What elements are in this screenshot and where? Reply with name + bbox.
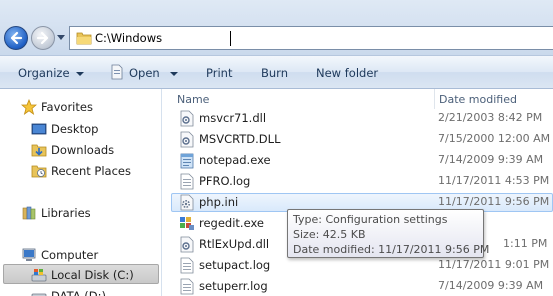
file-name: regedit.exe [199,216,264,230]
file-row[interactable]: notepad.exe 7/14/2009 9:39 AM [163,150,553,171]
open-button[interactable]: Open [129,65,178,81]
file-name: setuperr.log [199,279,268,293]
nav-libraries-label: Libraries [41,206,91,220]
notepad-icon [180,153,194,169]
file-date: 11/17/2011 9:56 PM [438,195,550,208]
file-date: 11/17/2011 4:53 PM [438,174,550,187]
file-name: RtlExUpd.dll [199,237,270,251]
config-file-icon [180,194,194,211]
drive-icon [31,293,47,296]
column-header-date-modified[interactable]: Date modified [439,89,517,109]
nav-recent-places-label: Recent Places [51,164,131,178]
windows-drive-icon [31,269,47,282]
forward-button[interactable] [31,26,55,50]
dll-icon [180,236,194,253]
nav-computer-label: Computer [41,248,99,262]
nav-local-disk-label: Local Disk (C:) [51,268,134,282]
nav-favorites-label: Favorites [41,100,93,114]
file-date: 2/21/2003 8:42 PM [438,111,543,124]
organize-label: Organize [18,66,70,80]
file-date: 7/15/2000 12:00 AM [438,132,551,145]
open-label: Open [129,66,160,80]
text-file-icon [180,173,194,190]
organize-dropdown-icon [75,71,84,76]
file-date: 7/14/2009 9:39 AM [438,153,544,166]
file-row[interactable]: setuperr.log 7/14/2009 9:39 AM [163,276,553,296]
file-name: msvcr71.dll [199,111,267,125]
file-date: 1:11 PM [503,237,548,250]
desktop-icon [31,123,47,135]
file-date: 11/17/2011 9:01 PM [438,258,550,271]
file-name: setupact.log [199,258,271,272]
print-button[interactable]: Print [206,65,232,81]
open-file-icon [111,64,123,80]
recent-places-icon [31,165,47,178]
file-info-tooltip: Type: Configuration settings Size: 42.5 … [287,209,490,258]
new-folder-button[interactable]: New folder [316,65,378,81]
file-name: php.ini [199,195,239,209]
text-file-icon [180,278,194,295]
column-header-name[interactable]: Name [177,89,209,109]
tooltip-date: Date modified: 11/17/2011 9:56 PM [293,243,490,256]
computer-icon [22,248,36,261]
file-row[interactable]: PFRO.log 11/17/2011 4:53 PM [163,171,553,192]
address-bar-row [0,0,553,55]
dll-icon [180,131,194,148]
text-caret [230,31,231,46]
tooltip-size: Size: 42.5 KB [293,228,366,241]
file-list: Name Date modified msvcr71.dll 2/21/2003… [163,89,553,296]
star-icon [21,99,37,115]
file-row[interactable]: setupact.log 11/17/2011 9:01 PM [163,255,553,276]
file-date: 7/14/2009 9:39 AM [438,279,544,292]
nav-desktop-label: Desktop [51,122,99,136]
back-button[interactable] [4,26,28,50]
file-name: notepad.exe [199,153,271,167]
navigation-pane: Favorites Desktop Downloads Recent Place… [0,89,162,296]
libraries-icon [22,206,36,220]
open-dropdown-icon [169,71,178,76]
recent-pages-dropdown-icon[interactable] [57,35,65,41]
burn-button[interactable]: Burn [261,65,288,81]
command-bar: Organize Open Print Burn New folder [0,55,553,89]
folder-icon [76,32,92,45]
file-name: MSVCRTD.DLL [199,132,281,146]
regedit-icon [180,217,194,230]
forward-arrow-icon [36,31,49,45]
back-arrow-icon [10,31,23,45]
address-box[interactable] [69,26,553,50]
nav-data-drive-label: DATA (D:) [51,289,106,296]
nav-downloads-label: Downloads [51,143,115,157]
address-input[interactable] [95,30,215,46]
column-divider[interactable] [434,89,435,109]
downloads-folder-icon [31,144,47,157]
tooltip-type: Type: Configuration settings [293,213,448,226]
file-name: PFRO.log [199,174,251,188]
text-file-icon [180,257,194,274]
dll-icon [180,110,194,127]
organize-menu[interactable]: Organize [18,65,84,81]
file-row[interactable]: MSVCRTD.DLL 7/15/2000 12:00 AM [163,129,553,150]
file-row[interactable]: msvcr71.dll 2/21/2003 8:42 PM [163,108,553,129]
